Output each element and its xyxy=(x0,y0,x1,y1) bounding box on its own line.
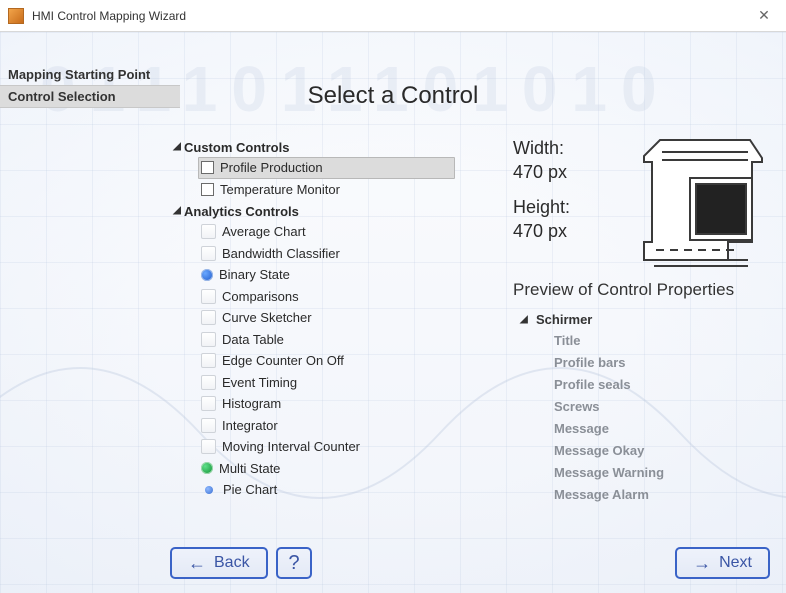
prop-message-warning[interactable]: Message Warning xyxy=(554,461,664,483)
chart-icon xyxy=(201,246,216,261)
tree-item-label: Bandwidth Classifier xyxy=(222,246,340,261)
tree-group-analytics-controls[interactable]: ◢ Analytics Controls xyxy=(170,202,455,221)
tree-item-label: Event Timing xyxy=(222,375,297,390)
tree-item-event-timing[interactable]: Event Timing xyxy=(198,372,455,394)
histogram-icon xyxy=(201,396,216,411)
chevron-down-icon: ◢ xyxy=(170,141,184,152)
dot-icon xyxy=(201,462,213,474)
tree-item-label: Edge Counter On Off xyxy=(222,353,344,368)
tree-group-label: Analytics Controls xyxy=(184,204,299,219)
counter-icon xyxy=(201,353,216,368)
prop-screws[interactable]: Screws xyxy=(554,395,664,417)
timing-icon xyxy=(201,375,216,390)
arrow-right-icon: → xyxy=(693,554,711,572)
prop-profile-bars[interactable]: Profile bars xyxy=(554,351,664,373)
properties-root[interactable]: ◢ Schirmer xyxy=(520,310,664,329)
button-label: ? xyxy=(288,552,299,575)
tree-item-label: Comparisons xyxy=(222,289,299,304)
tree-item-label: Data Table xyxy=(222,332,284,347)
button-label: Back xyxy=(214,554,250,572)
dot-icon xyxy=(201,269,213,281)
chevron-down-icon: ◢ xyxy=(520,314,536,325)
tree-item-label: Average Chart xyxy=(222,224,306,239)
properties-heading: Preview of Control Properties xyxy=(513,280,734,300)
tree-item-label: Temperature Monitor xyxy=(220,182,340,197)
prop-message[interactable]: Message xyxy=(554,417,664,439)
chart-icon xyxy=(201,289,216,304)
prop-message-alarm[interactable]: Message Alarm xyxy=(554,483,664,505)
prop-message-okay[interactable]: Message Okay xyxy=(554,439,664,461)
tree-item-bandwidth-classifier[interactable]: Bandwidth Classifier xyxy=(198,243,455,265)
tree-group-custom-controls[interactable]: ◢ Custom Controls xyxy=(170,138,455,157)
tree-item-binary-state[interactable]: Binary State xyxy=(198,264,455,286)
tree-item-label: Curve Sketcher xyxy=(222,310,312,325)
tree-item-label: Histogram xyxy=(222,396,281,411)
chevron-down-icon: ◢ xyxy=(170,205,184,216)
height-value: 470 px xyxy=(513,219,570,243)
tree-item-edge-counter[interactable]: Edge Counter On Off xyxy=(198,350,455,372)
tree-item-profile-production[interactable]: Profile Production xyxy=(198,157,455,179)
close-button[interactable]: ✕ xyxy=(750,7,778,24)
profile-icon xyxy=(201,161,214,174)
tree-item-label: Profile Production xyxy=(220,160,323,175)
tree-item-comparisons[interactable]: Comparisons xyxy=(198,286,455,308)
app-icon xyxy=(8,8,24,24)
arrow-left-icon: ← xyxy=(188,554,206,572)
tree-item-curve-sketcher[interactable]: Curve Sketcher xyxy=(198,307,455,329)
chart-icon xyxy=(201,310,216,325)
tree-item-integrator[interactable]: Integrator xyxy=(198,415,455,437)
width-label: Width: xyxy=(513,136,570,160)
width-value: 470 px xyxy=(513,160,570,184)
dimensions-panel: Width: 470 px Height: 470 px xyxy=(513,136,570,243)
integrator-icon xyxy=(201,418,216,433)
chart-icon xyxy=(201,224,216,239)
tree-item-label: Pie Chart xyxy=(223,482,277,497)
back-button[interactable]: ← Back xyxy=(170,547,268,579)
tree-item-label: Multi State xyxy=(219,461,280,476)
properties-root-label: Schirmer xyxy=(536,312,592,327)
prop-profile-seals[interactable]: Profile seals xyxy=(554,373,664,395)
tree-item-data-table[interactable]: Data Table xyxy=(198,329,455,351)
help-button[interactable]: ? xyxy=(276,547,312,579)
tree-group-label: Custom Controls xyxy=(184,140,289,155)
properties-tree: ◢ Schirmer Title Profile bars Profile se… xyxy=(520,310,664,505)
tree-item-label: Binary State xyxy=(219,267,290,282)
prop-title[interactable]: Title xyxy=(554,329,664,351)
tree-item-pie-chart[interactable]: Pie Chart xyxy=(198,479,455,501)
control-tree: ◢ Custom Controls Profile Production Tem… xyxy=(170,138,455,503)
tree-item-temperature-monitor[interactable]: Temperature Monitor xyxy=(198,179,455,201)
pie-icon xyxy=(205,486,213,494)
window-title: HMI Control Mapping Wizard xyxy=(32,9,750,23)
monitor-icon xyxy=(201,183,214,196)
table-icon xyxy=(201,332,216,347)
tree-item-label: Integrator xyxy=(222,418,278,433)
interval-icon xyxy=(201,439,216,454)
button-label: Next xyxy=(719,554,752,572)
preview-image xyxy=(640,132,770,272)
tree-item-multi-state[interactable]: Multi State xyxy=(198,458,455,480)
content-area: 0111011101010 Mapping Starting Point Con… xyxy=(0,32,786,593)
page-heading: Select a Control xyxy=(0,82,786,110)
titlebar: HMI Control Mapping Wizard ✕ xyxy=(0,0,786,32)
tree-item-histogram[interactable]: Histogram xyxy=(198,393,455,415)
height-label: Height: xyxy=(513,195,570,219)
tree-item-moving-interval[interactable]: Moving Interval Counter xyxy=(198,436,455,458)
tree-item-label: Moving Interval Counter xyxy=(222,439,360,454)
tree-item-average-chart[interactable]: Average Chart xyxy=(198,221,455,243)
next-button[interactable]: → Next xyxy=(675,547,770,579)
